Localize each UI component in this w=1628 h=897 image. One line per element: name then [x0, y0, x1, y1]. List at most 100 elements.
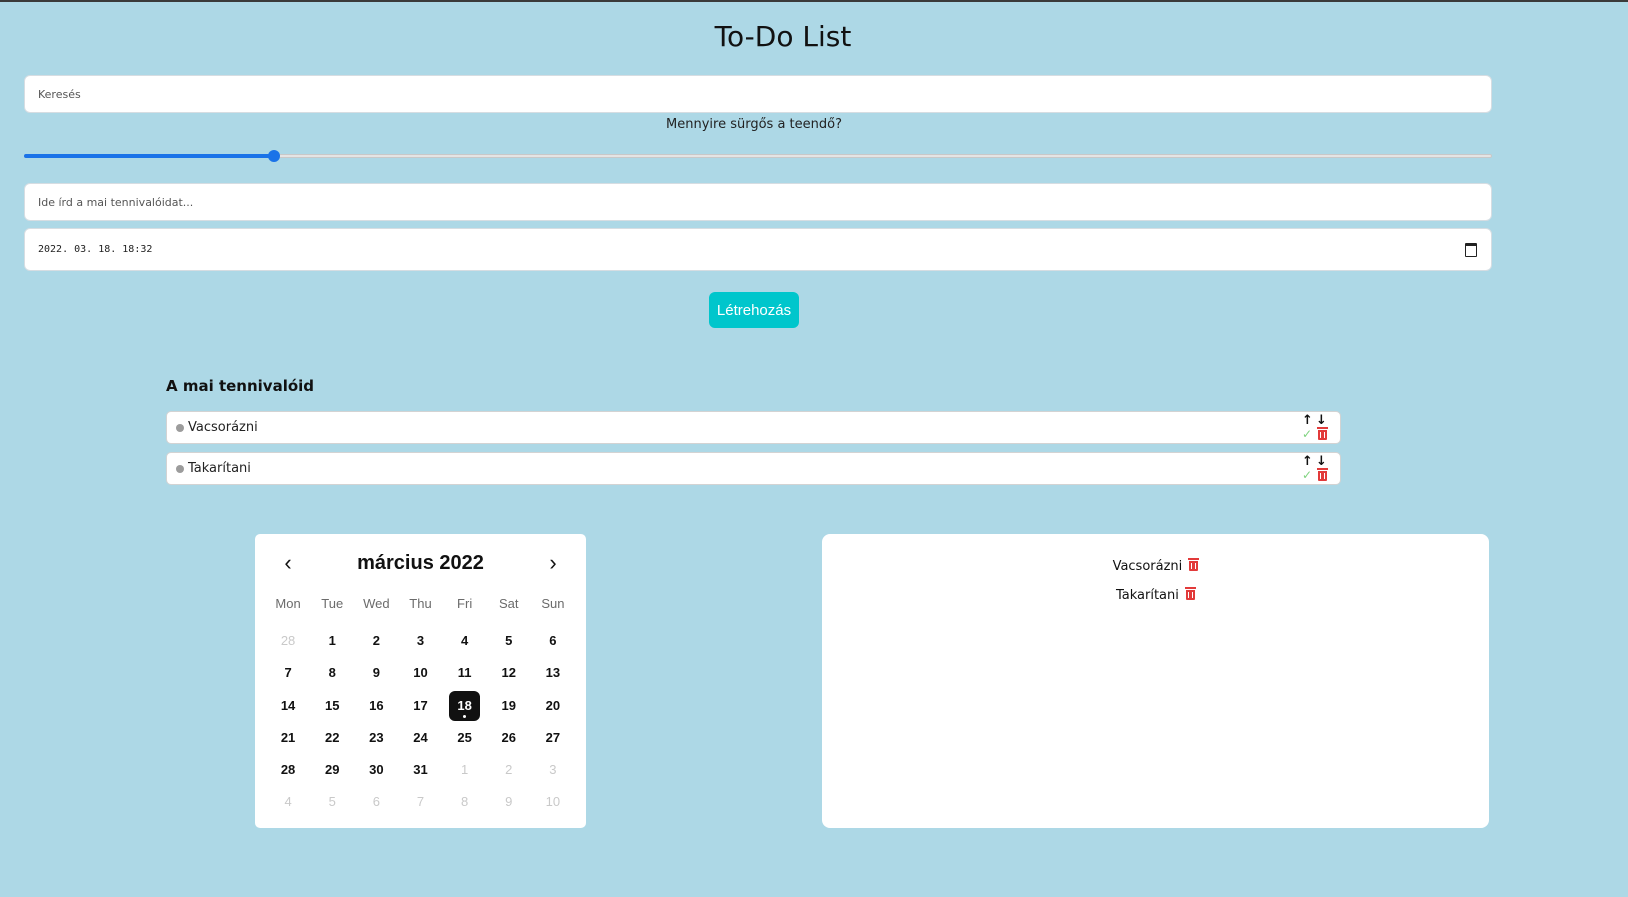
calendar-day-number: 10 — [413, 665, 428, 681]
calendar-day-number: 23 — [369, 729, 384, 745]
calendar-day[interactable]: 19 — [487, 690, 531, 722]
calendar-day[interactable]: 8 — [310, 657, 354, 689]
trash-icon[interactable] — [1317, 468, 1328, 481]
calendar-day[interactable]: 4 — [266, 786, 310, 818]
calendar-day[interactable]: 1 — [443, 754, 487, 786]
calendar-day-number: 9 — [372, 665, 380, 681]
calendar-day-number: 28 — [280, 762, 296, 778]
calendar-day[interactable]: 5 — [310, 786, 354, 818]
calendar-day[interactable]: 28 — [266, 625, 310, 657]
trash-icon[interactable] — [1188, 558, 1200, 571]
calendar-day[interactable]: 28 — [266, 754, 310, 786]
calendar-day[interactable]: 7 — [398, 786, 442, 818]
create-button[interactable]: Létrehozás — [709, 292, 799, 328]
calendar-day[interactable]: 10 — [531, 786, 575, 818]
calendar-icon[interactable] — [1465, 242, 1477, 257]
calendar-day-number: 1 — [461, 762, 469, 778]
weekday-label: Sun — [541, 596, 565, 611]
calendar-week: 28 29 30 31 1 2 3 — [266, 754, 575, 786]
calendar-day[interactable]: 22 — [310, 722, 354, 754]
calendar-day-number: 14 — [280, 697, 296, 713]
todo-text-input[interactable]: Ide írd a mai tennivalóidat... — [24, 183, 1492, 221]
todo-item-label: Takarítani — [188, 461, 251, 476]
calendar-month-label[interactable]: március 2022 — [255, 552, 586, 575]
calendar-day[interactable]: 9 — [354, 657, 398, 689]
arrow-up-icon[interactable]: ↑ — [1302, 414, 1313, 428]
calendar-day[interactable]: 15 — [310, 690, 354, 722]
check-icon[interactable]: ✓ — [1302, 428, 1312, 441]
arrow-down-icon[interactable]: ↓ — [1316, 414, 1327, 428]
calendar-day[interactable]: 6 — [354, 786, 398, 818]
calendar-day[interactable]: 30 — [354, 754, 398, 786]
calendar-day[interactable]: 13 — [531, 657, 575, 689]
calendar-day-number: 11 — [457, 665, 472, 681]
calendar-day-number: 10 — [545, 794, 561, 810]
calendar-day[interactable]: 24 — [398, 722, 442, 754]
status-dot-icon — [176, 464, 184, 473]
calendar-day-number: 17 — [413, 697, 428, 713]
calendar-day[interactable]: 14 — [266, 690, 310, 722]
calendar-day[interactable]: 21 — [266, 722, 310, 754]
calendar-day-number: 12 — [501, 665, 516, 681]
weekday-label: Wed — [363, 596, 390, 611]
calendar-day[interactable]: 1 — [310, 625, 354, 657]
calendar: ‹ március 2022 › Mon Tue Wed Thu Fri Sat Sun 2… — [255, 534, 586, 828]
calendar-day[interactable]: 23 — [354, 722, 398, 754]
calendar-day[interactable]: 17 — [398, 690, 442, 722]
calendar-day[interactable]: 20 — [531, 690, 575, 722]
search-input[interactable]: Keresés — [24, 75, 1492, 113]
todo-item: Vacsorázni ↑ ↓ ✓ — [166, 411, 1341, 444]
calendar-day[interactable]: 29 — [310, 754, 354, 786]
calendar-day[interactable]: 2 — [487, 754, 531, 786]
calendar-grid: 28 1 2 3 4 5 6 7 8 9 10 11 12 13 14 15 16 17 18 19 20 21 22 23 2… — [266, 625, 575, 819]
calendar-week: 21 22 23 24 25 26 27 — [266, 722, 575, 754]
calendar-day[interactable]: 10 — [398, 657, 442, 689]
calendar-day-number: 6 — [372, 794, 380, 810]
calendar-day-number: 31 — [413, 762, 428, 778]
calendar-day-selected[interactable]: 18 — [443, 690, 487, 722]
calendar-day[interactable]: 16 — [354, 690, 398, 722]
calendar-day[interactable]: 8 — [443, 786, 487, 818]
calendar-day-number: 16 — [369, 697, 384, 713]
weekday-label: Mon — [275, 596, 301, 611]
calendar-day[interactable]: 3 — [398, 625, 442, 657]
calendar-day[interactable]: 31 — [398, 754, 442, 786]
urgency-label: Mennyire sürgős a teendő? — [666, 117, 842, 132]
arrow-up-icon[interactable]: ↑ — [1302, 455, 1313, 469]
status-dot-icon — [176, 423, 184, 432]
weekday-label: Thu — [409, 596, 432, 611]
calendar-day-number: 15 — [324, 697, 340, 713]
calendar-day[interactable]: 4 — [443, 625, 487, 657]
event-item: Vacsorázni — [822, 558, 1489, 574]
weekday-label: Tue — [321, 596, 344, 611]
calendar-day-number: 3 — [549, 762, 557, 778]
page-title: To-Do List — [714, 20, 852, 53]
calendar-day[interactable]: 2 — [354, 625, 398, 657]
trash-icon[interactable] — [1185, 587, 1197, 600]
calendar-day-number: 27 — [545, 729, 561, 745]
calendar-day[interactable]: 6 — [531, 625, 575, 657]
event-item: Takarítani — [822, 587, 1489, 603]
calendar-day-number: 9 — [505, 794, 513, 810]
calendar-day[interactable]: 26 — [487, 722, 531, 754]
calendar-day[interactable]: 12 — [487, 657, 531, 689]
trash-icon[interactable] — [1317, 427, 1328, 440]
calendar-day-number: 26 — [501, 729, 516, 745]
calendar-day-number: 3 — [416, 633, 425, 648]
slider-thumb[interactable] — [267, 150, 280, 162]
arrow-down-icon[interactable]: ↓ — [1316, 455, 1327, 469]
urgency-slider[interactable] — [24, 150, 1492, 162]
calendar-day[interactable]: 5 — [487, 625, 531, 657]
calendar-day[interactable]: 7 — [266, 657, 310, 689]
datetime-input[interactable]: 2022. 03. 18. 18:32 — [24, 228, 1492, 271]
calendar-next-button[interactable]: › — [538, 548, 568, 578]
event-label: Vacsorázni — [1112, 559, 1183, 574]
calendar-day[interactable]: 9 — [487, 786, 531, 818]
calendar-day[interactable]: 11 — [443, 657, 487, 689]
calendar-day[interactable]: 3 — [531, 754, 575, 786]
calendar-day-number: 1 — [328, 633, 336, 648]
calendar-day[interactable]: 25 — [443, 722, 487, 754]
calendar-day[interactable]: 27 — [531, 722, 575, 754]
check-icon[interactable]: ✓ — [1302, 469, 1312, 482]
todo-list-heading: A mai tennivalóid — [166, 377, 315, 395]
